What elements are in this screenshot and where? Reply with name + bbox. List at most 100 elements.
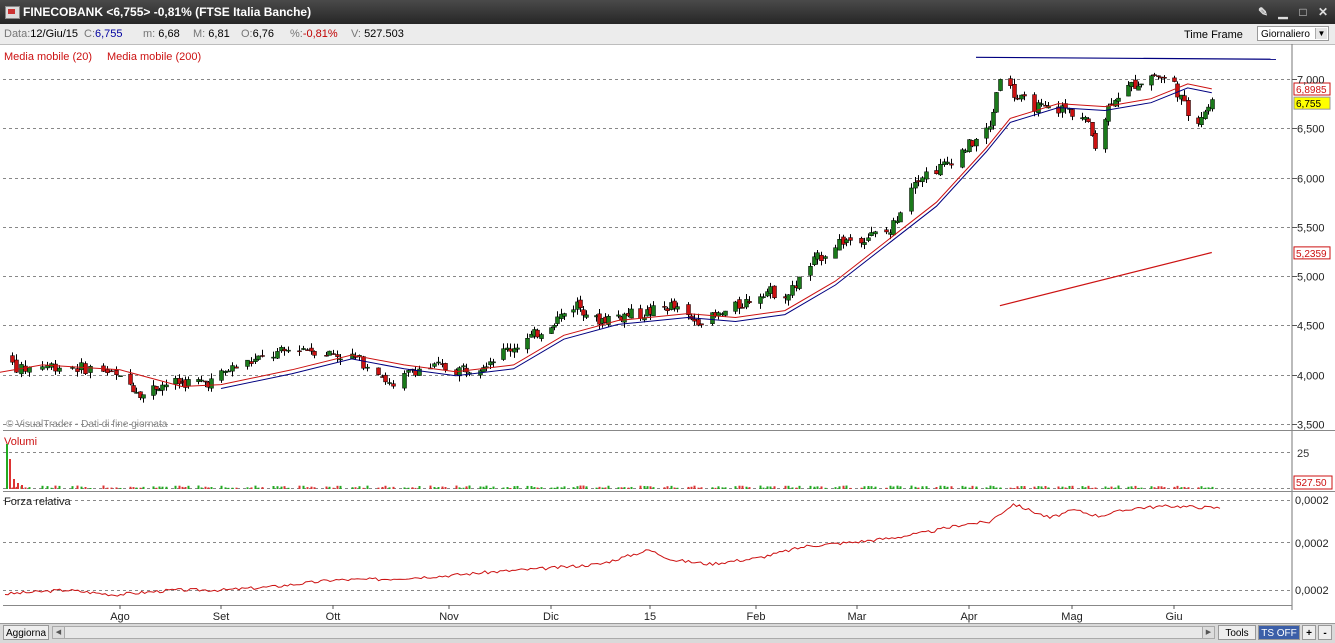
volume-bar <box>673 487 676 489</box>
tools-button[interactable]: Tools <box>1218 625 1256 640</box>
time-tick-label: Nov <box>439 611 459 623</box>
volume-bar <box>1087 485 1090 489</box>
volume-bar <box>280 486 283 489</box>
candle-body <box>75 368 80 372</box>
volume-bar <box>465 486 468 489</box>
candle-body <box>173 378 178 385</box>
ma20-price-tag: 6,8985 <box>1296 85 1327 96</box>
volume-bar <box>576 486 579 489</box>
candle-body <box>40 366 45 370</box>
volume-bar <box>392 486 395 489</box>
candle-body <box>913 181 918 189</box>
volume-bar <box>724 487 727 489</box>
volume-bar <box>261 487 264 489</box>
price-tick-label: 4,000 <box>1297 371 1325 383</box>
legend-ma200: Media mobile (200) <box>107 51 201 63</box>
scroll-left-icon[interactable]: ◀ <box>53 627 65 638</box>
horizontal-scrollbar[interactable]: ◀ ▶ <box>52 626 1215 639</box>
volume-bar <box>1084 487 1087 489</box>
candle-body <box>848 237 853 241</box>
volume-bar <box>533 487 536 489</box>
volume-bar <box>13 479 15 489</box>
candle-body <box>338 358 343 361</box>
volume-bar <box>89 487 92 489</box>
candle-body <box>651 305 656 317</box>
volume-bar <box>1016 486 1019 489</box>
ts-toggle-button[interactable]: TS OFF <box>1258 625 1300 640</box>
price-panel <box>3 46 1292 430</box>
volume-bar <box>813 486 816 489</box>
volume-bar <box>899 486 902 489</box>
volume-bar <box>458 487 461 489</box>
candle-body <box>1103 119 1108 150</box>
candle-body <box>1086 118 1091 122</box>
volume-bar <box>254 485 257 489</box>
candle-body <box>1093 133 1098 149</box>
candle-body <box>88 366 93 373</box>
volume-bar <box>989 485 992 489</box>
volume-bar <box>607 485 610 489</box>
candle-body <box>994 92 999 113</box>
volume-bar <box>115 487 118 489</box>
candle-body <box>275 351 280 359</box>
volume-bar <box>787 485 790 489</box>
volume-bar <box>925 486 928 489</box>
candle-body <box>154 386 159 390</box>
candle-body <box>177 378 182 385</box>
candle-body <box>515 347 520 350</box>
watermark: © VisualTrader - Dati di fine giornata <box>6 419 168 430</box>
candle-body <box>675 306 680 310</box>
candle-body <box>891 220 896 236</box>
candle-body <box>571 309 576 313</box>
volume-bar <box>1117 485 1120 489</box>
candle-body <box>991 111 996 126</box>
volume-bar <box>889 485 892 489</box>
zoom-out-button[interactable]: - <box>1318 625 1332 640</box>
candle-body <box>1116 97 1121 102</box>
candle-body <box>1129 82 1134 87</box>
scroll-right-icon[interactable]: ▶ <box>1202 627 1214 638</box>
time-tick-label: Set <box>213 611 230 623</box>
volume-bar <box>84 487 87 489</box>
volume-bar <box>24 487 27 489</box>
volume-bar <box>1020 486 1023 489</box>
volume-bar <box>200 487 203 489</box>
candle-body <box>1182 95 1187 102</box>
candle-body <box>555 316 560 324</box>
volume-bar <box>1091 487 1094 489</box>
volume-bar <box>824 487 827 489</box>
volume-bar <box>174 485 177 489</box>
volume-bar <box>1183 486 1186 489</box>
volume-bar <box>917 487 920 489</box>
candle-body <box>638 308 643 319</box>
volume-bar <box>536 487 539 489</box>
candle-body <box>1156 75 1161 77</box>
volume-bar <box>306 487 309 489</box>
candle-body <box>747 301 752 303</box>
candle-body <box>1109 103 1114 106</box>
zoom-in-button[interactable]: + <box>1302 625 1316 640</box>
volume-bar <box>328 486 331 489</box>
candle-body <box>286 349 291 352</box>
volume-bar <box>1068 485 1071 489</box>
time-tick-label: Giu <box>1165 611 1182 623</box>
volume-bar <box>693 485 696 489</box>
volume-bar <box>516 485 519 489</box>
update-button[interactable]: Aggiorna <box>3 625 49 640</box>
candle-body <box>443 363 448 371</box>
candle-body <box>549 327 554 334</box>
rs-tick-low: 0,0002 <box>1295 585 1329 597</box>
volume-bar <box>595 487 598 489</box>
candle-body <box>920 177 925 183</box>
volume-bar <box>1064 487 1067 489</box>
volume-bar <box>572 487 575 489</box>
volume-bar <box>604 487 607 489</box>
volume-bar <box>530 486 533 489</box>
volume-bar <box>946 486 949 489</box>
candle-body <box>1008 78 1013 86</box>
volume-bar <box>207 487 210 489</box>
volume-bar <box>437 487 440 489</box>
volume-bar <box>849 487 852 489</box>
candle-body <box>331 353 336 355</box>
volume-bar <box>663 487 666 489</box>
